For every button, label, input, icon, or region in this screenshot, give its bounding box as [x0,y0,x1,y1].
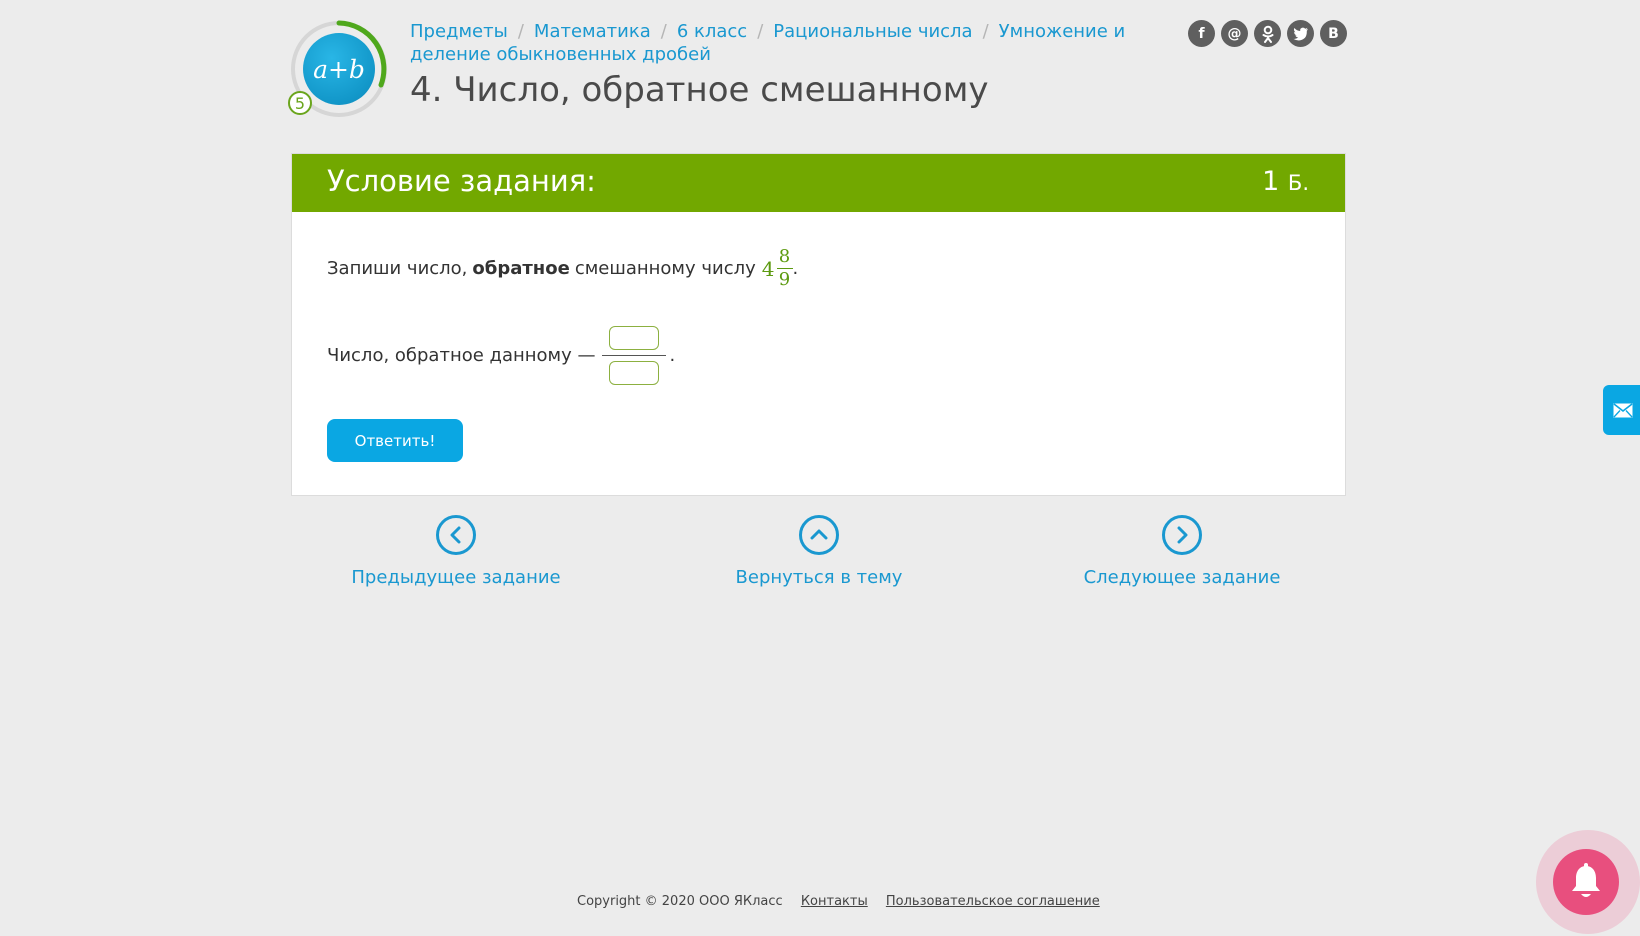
breadcrumb-item-math[interactable]: Математика [534,21,651,42]
task-card: Условие задания: 1 Б. Запиши число, обра… [291,153,1346,496]
denominator-input[interactable] [608,360,659,385]
mixed-denominator: 9 [778,269,791,290]
bell-icon [1572,863,1600,897]
contacts-link[interactable]: Контакты [801,894,868,909]
breadcrumb-separator: / [757,21,764,42]
prev-task-label: Предыдущее задание [351,567,561,588]
feedback-tab[interactable] [1603,385,1640,435]
envelope-icon [1613,402,1633,417]
odnoklassniki-icon[interactable] [1254,20,1281,47]
submit-answer-button[interactable]: Ответить! [327,419,463,462]
breadcrumb-separator: / [982,21,989,42]
task-text-bold: обратное [472,258,570,279]
numerator-input[interactable] [608,325,659,350]
answer-line: Число, обратное данному — . [327,322,675,388]
mailru-icon[interactable]: @ [1221,20,1248,47]
mixed-number: 4 8 9 [762,246,793,291]
back-to-topic-label: Вернуться в тему [735,567,903,588]
task-points: 1 Б. [1262,166,1309,197]
prev-task-link[interactable]: Предыдущее задание [326,515,586,588]
next-task-label: Следующее задание [1083,567,1281,588]
facebook-icon[interactable]: f [1188,20,1215,47]
back-to-topic-link[interactable]: Вернуться в тему [689,515,949,588]
task-statement: Запиши число, обратное смешанному числу … [327,246,798,291]
statement-period: . [792,258,799,279]
mixed-whole: 4 [761,256,775,281]
notification-button[interactable] [1553,849,1619,915]
social-share-bar: f @ B [1188,20,1347,47]
grade-badge: 5 [288,91,312,115]
task-card-header: Условие задания: 1 Б. [292,154,1345,212]
vkontakte-icon[interactable]: B [1320,20,1347,47]
breadcrumb-separator: / [660,21,667,42]
logo-badge: a+b [303,33,375,105]
mixed-numerator: 8 [778,246,791,267]
chevron-up-icon [799,515,839,555]
breadcrumb-separator: / [517,21,524,42]
course-logo[interactable]: a+b 5 [288,19,391,121]
answer-label: Число, обратное данному — [327,344,596,366]
chevron-right-icon [1162,515,1202,555]
breadcrumb-item-grade[interactable]: 6 класс [677,21,747,42]
task-heading: Условие задания: [327,164,596,198]
mixed-fraction: 8 9 [776,246,793,291]
points-value: 1 [1262,166,1280,197]
agreement-link[interactable]: Пользовательское соглашение [886,894,1100,909]
breadcrumb-item-rational-numbers[interactable]: Рациональные числа [773,21,972,42]
page: a+b 5 Предметы / Математика / 6 класс / Рацион… [0,0,1640,936]
breadcrumb: Предметы / Математика / 6 класс / Рациональные… [410,20,1180,66]
answer-fraction [601,325,666,385]
footer: Copyright © 2020 ООО ЯКласс Контакты Пол… [577,894,1100,909]
task-text-after: смешанному числу [574,258,756,279]
chevron-left-icon [436,515,476,555]
breadcrumb-item-subjects[interactable]: Предметы [410,21,508,42]
next-task-link[interactable]: Следующее задание [1052,515,1312,588]
copyright-text: Copyright © 2020 ООО ЯКласс [577,894,783,909]
answer-period: . [669,344,676,366]
page-title: 4. Число, обратное смешанному [410,70,989,110]
twitter-icon[interactable] [1287,20,1314,47]
task-text-before: Запиши число, [327,258,468,279]
fraction-bar [601,354,666,356]
points-unit: Б. [1287,171,1309,195]
